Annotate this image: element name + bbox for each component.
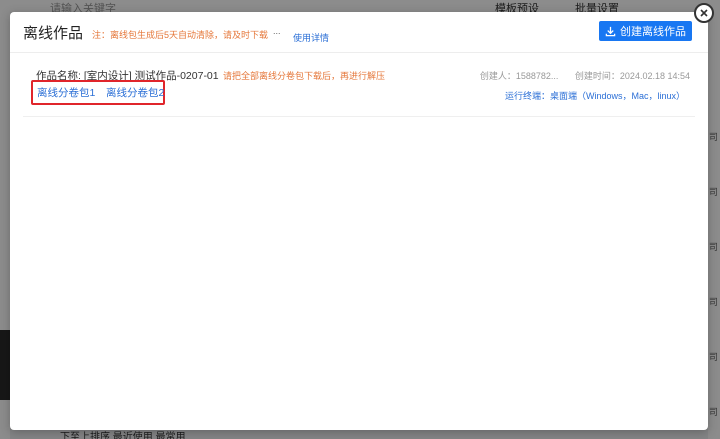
download-icon xyxy=(605,26,616,36)
modal-notice: 注：离线包生成后5天自动清除，请及时下载 xyxy=(92,30,269,40)
work-warning: 请把全部离线分卷包下载后，再进行解压 xyxy=(223,71,386,81)
package-link-1[interactable]: 离线分卷包1 xyxy=(37,85,95,100)
work-platform: 运行终端：桌面端（Windows，Mac，linux） xyxy=(504,91,685,101)
work-created-time: 创建时间：2024.02.18 14:54 xyxy=(574,71,690,81)
work-item: 作品名称: [室内设计] 测试作品-0207-01 请把全部离线分卷包下载后，再… xyxy=(23,64,695,117)
create-button-label: 创建离线作品 xyxy=(620,26,686,38)
work-meta: 创建人：1588782... 创建时间：2024.02.18 14:54 xyxy=(466,69,690,82)
close-icon xyxy=(700,9,708,17)
offline-works-modal: 离线作品 注：离线包生成后5天自动清除，请及时下载 ... 使用详情 创建离线作… xyxy=(10,12,708,430)
modal-close-button[interactable] xyxy=(694,3,714,23)
modal-ellipsis: ... xyxy=(273,26,281,36)
help-link[interactable]: 使用详情 xyxy=(293,31,329,44)
modal-header: 离线作品 注：离线包生成后5天自动清除，请及时下载 ... 使用详情 创建离线作… xyxy=(10,12,708,53)
modal-title: 离线作品 xyxy=(23,25,84,42)
package-link-2[interactable]: 离线分卷包2 xyxy=(106,85,164,100)
create-offline-work-button[interactable]: 创建离线作品 xyxy=(599,21,692,41)
work-creator: 创建人：1588782... xyxy=(479,71,559,81)
